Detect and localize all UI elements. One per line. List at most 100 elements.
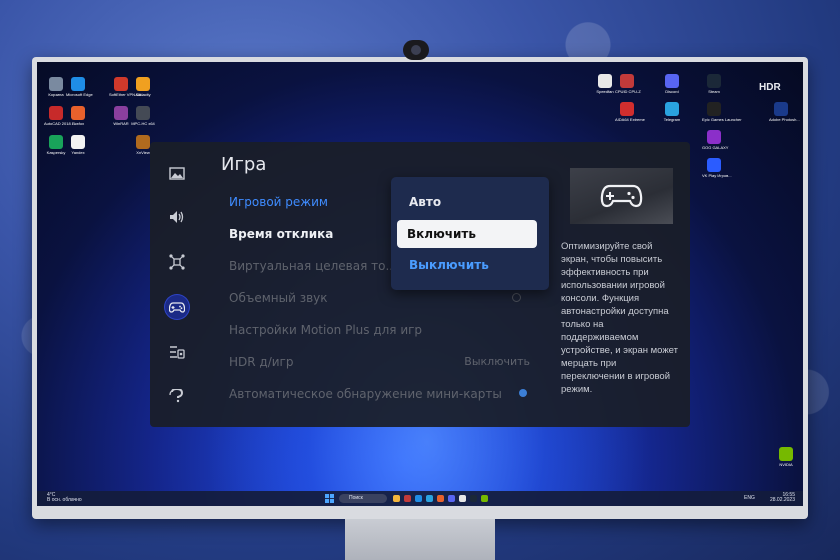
minimap-detection-toggle[interactable]: [519, 389, 527, 397]
desktop-icon[interactable]: GOG GALAXY: [702, 130, 729, 150]
taskbar-search-input[interactable]: Поиск: [339, 494, 387, 503]
app-icon: [114, 77, 128, 91]
desktop-icon[interactable]: Speedfan: [593, 74, 617, 94]
windows-start-icon[interactable]: [325, 494, 334, 503]
option-off[interactable]: Выключить: [409, 258, 489, 272]
app-icon: [71, 135, 85, 149]
steam-icon[interactable]: [470, 495, 477, 502]
desktop-icon[interactable]: NVIDIA: [774, 447, 798, 467]
desktop-icon[interactable]: WinRAR: [109, 106, 133, 126]
desktop-icon-label: Microsoft Edge: [66, 92, 93, 97]
app-icon: [114, 106, 128, 120]
desktop-icon-label: AIDA64 Extreme: [615, 117, 645, 122]
desktop-icon[interactable]: Adobe Photosh...: [769, 102, 800, 122]
app-icon: [665, 102, 679, 116]
taskbar-app-icon[interactable]: [481, 495, 488, 502]
desktop-icon-label: WinRAR: [113, 121, 129, 126]
desktop-icon-label: Speedfan: [596, 89, 614, 94]
desktop-icon[interactable]: Microsoft Edge: [66, 77, 93, 97]
app-icon: [779, 447, 793, 461]
desktop-icon[interactable]: Epic Games Launcher: [702, 102, 742, 122]
desktop-icon[interactable]: Корзина: [44, 77, 68, 97]
desktop-icon[interactable]: Audacity: [131, 77, 155, 97]
app-icon: [665, 74, 679, 88]
firefox-icon[interactable]: [437, 495, 444, 502]
taskbar: 4°C В осн. облачно Поиск ENG 16:55 28.02…: [37, 491, 803, 506]
app-icon: [707, 130, 721, 144]
menu-item-response-time[interactable]: Время отклика: [229, 227, 333, 241]
desktop-icon-label: SoftEther VPN Cli...: [109, 92, 145, 97]
settings-sidebar: [150, 142, 206, 427]
app-icon: [620, 102, 634, 116]
taskbar-weather[interactable]: 4°C В осн. облачно: [47, 493, 82, 503]
yandex-icon[interactable]: [459, 495, 466, 502]
desktop-icon-label: Yandex: [71, 150, 85, 155]
menu-item-surround-sound[interactable]: Объемный звук: [229, 291, 328, 305]
game-hdr-value: Выключить: [464, 355, 530, 368]
app-icon: [49, 77, 63, 91]
telegram-icon[interactable]: [426, 495, 433, 502]
support-icon[interactable]: [166, 385, 188, 407]
desktop-icon-label: Telegram: [663, 117, 681, 122]
app-icon: [707, 102, 721, 116]
desktop-icon-label: MPC-HC x64: [131, 121, 155, 126]
desktop-icon[interactable]: Telegram: [660, 102, 684, 122]
desktop-icon[interactable]: Yandex: [66, 135, 90, 155]
general-settings-icon[interactable]: [166, 341, 188, 363]
desktop-icon-label: NVIDIA: [779, 462, 793, 467]
app-icon: [49, 135, 63, 149]
taskbar-app-icon[interactable]: [404, 495, 411, 502]
desktop-icon[interactable]: AIDA64 Extreme: [615, 102, 645, 122]
desktop-icon-label: VK Play Игров...: [702, 173, 732, 178]
taskbar-clock[interactable]: 16:55 28.02.2023: [770, 493, 795, 503]
app-icon: [71, 106, 85, 120]
desktop-icon-label: Корзина: [48, 92, 64, 97]
weather-text: В осн. облачно: [47, 497, 82, 503]
desktop-icon[interactable]: Kaspersky: [44, 135, 68, 155]
desktop-icon-label: Firefox: [71, 121, 85, 126]
game-mode-dropdown: Авто Включить Выключить: [391, 177, 549, 290]
game-settings-menu: Игра Игровой режим Время отклика Виртуал…: [150, 142, 690, 427]
menu-item-game-mode[interactable]: Игровой режим: [229, 195, 328, 209]
menu-item-virtual-aim-point[interactable]: Виртуальная целевая то...: [229, 259, 397, 273]
menu-title: Игра: [221, 154, 267, 175]
file-explorer-icon[interactable]: [393, 495, 400, 502]
desktop-icon[interactable]: AutoCAD 2018 —...: [44, 106, 79, 126]
app-icon: [136, 77, 150, 91]
discord-icon[interactable]: [448, 495, 455, 502]
game-mode-preview: [570, 168, 673, 224]
language-indicator[interactable]: ENG: [744, 495, 755, 501]
menu-item-game-hdr[interactable]: HDR д/игр: [229, 355, 293, 369]
app-icon: [598, 74, 612, 88]
gamepad-icon[interactable]: [165, 295, 189, 319]
edge-icon[interactable]: [415, 495, 422, 502]
app-icon: [49, 106, 63, 120]
menu-item-motion-plus[interactable]: Настройки Motion Plus для игр: [229, 323, 422, 337]
picture-icon[interactable]: [166, 162, 188, 184]
gamepad-icon: [600, 184, 643, 208]
desktop-icon-label: Audacity: [135, 92, 151, 97]
desktop-icon-label: GOG GALAXY: [702, 145, 729, 150]
desktop-icon[interactable]: Firefox: [66, 106, 90, 126]
clock-date: 28.02.2023: [769, 497, 795, 503]
app-icon: [136, 106, 150, 120]
desktop-icon[interactable]: CPUID CPU-Z: [615, 74, 641, 94]
surround-sound-toggle[interactable]: [512, 293, 521, 302]
monitor-stand: [345, 519, 495, 560]
option-on[interactable]: Включить: [397, 220, 537, 248]
app-icon: [774, 102, 788, 116]
option-auto[interactable]: Авто: [409, 195, 441, 209]
desktop-icon[interactable]: Discord: [660, 74, 684, 94]
desktop-icon[interactable]: VK Play Игров...: [702, 158, 732, 178]
desktop-icon[interactable]: Steam: [702, 74, 726, 94]
app-icon: [620, 74, 634, 88]
connection-icon[interactable]: [166, 251, 188, 273]
desktop-icon[interactable]: MPC-HC x64: [131, 106, 155, 126]
desktop-icon-label: CPUID CPU-Z: [615, 89, 641, 94]
desktop-icon[interactable]: SoftEther VPN Cli...: [109, 77, 145, 97]
desktop-icon-label: Adobe Photosh...: [769, 117, 800, 122]
webcam: [403, 40, 429, 60]
desktop-icon-label: Epic Games Launcher: [702, 117, 742, 122]
sound-icon[interactable]: [166, 206, 188, 228]
menu-item-minimap-detection[interactable]: Автоматическое обнаружение мини-карты: [229, 387, 502, 401]
